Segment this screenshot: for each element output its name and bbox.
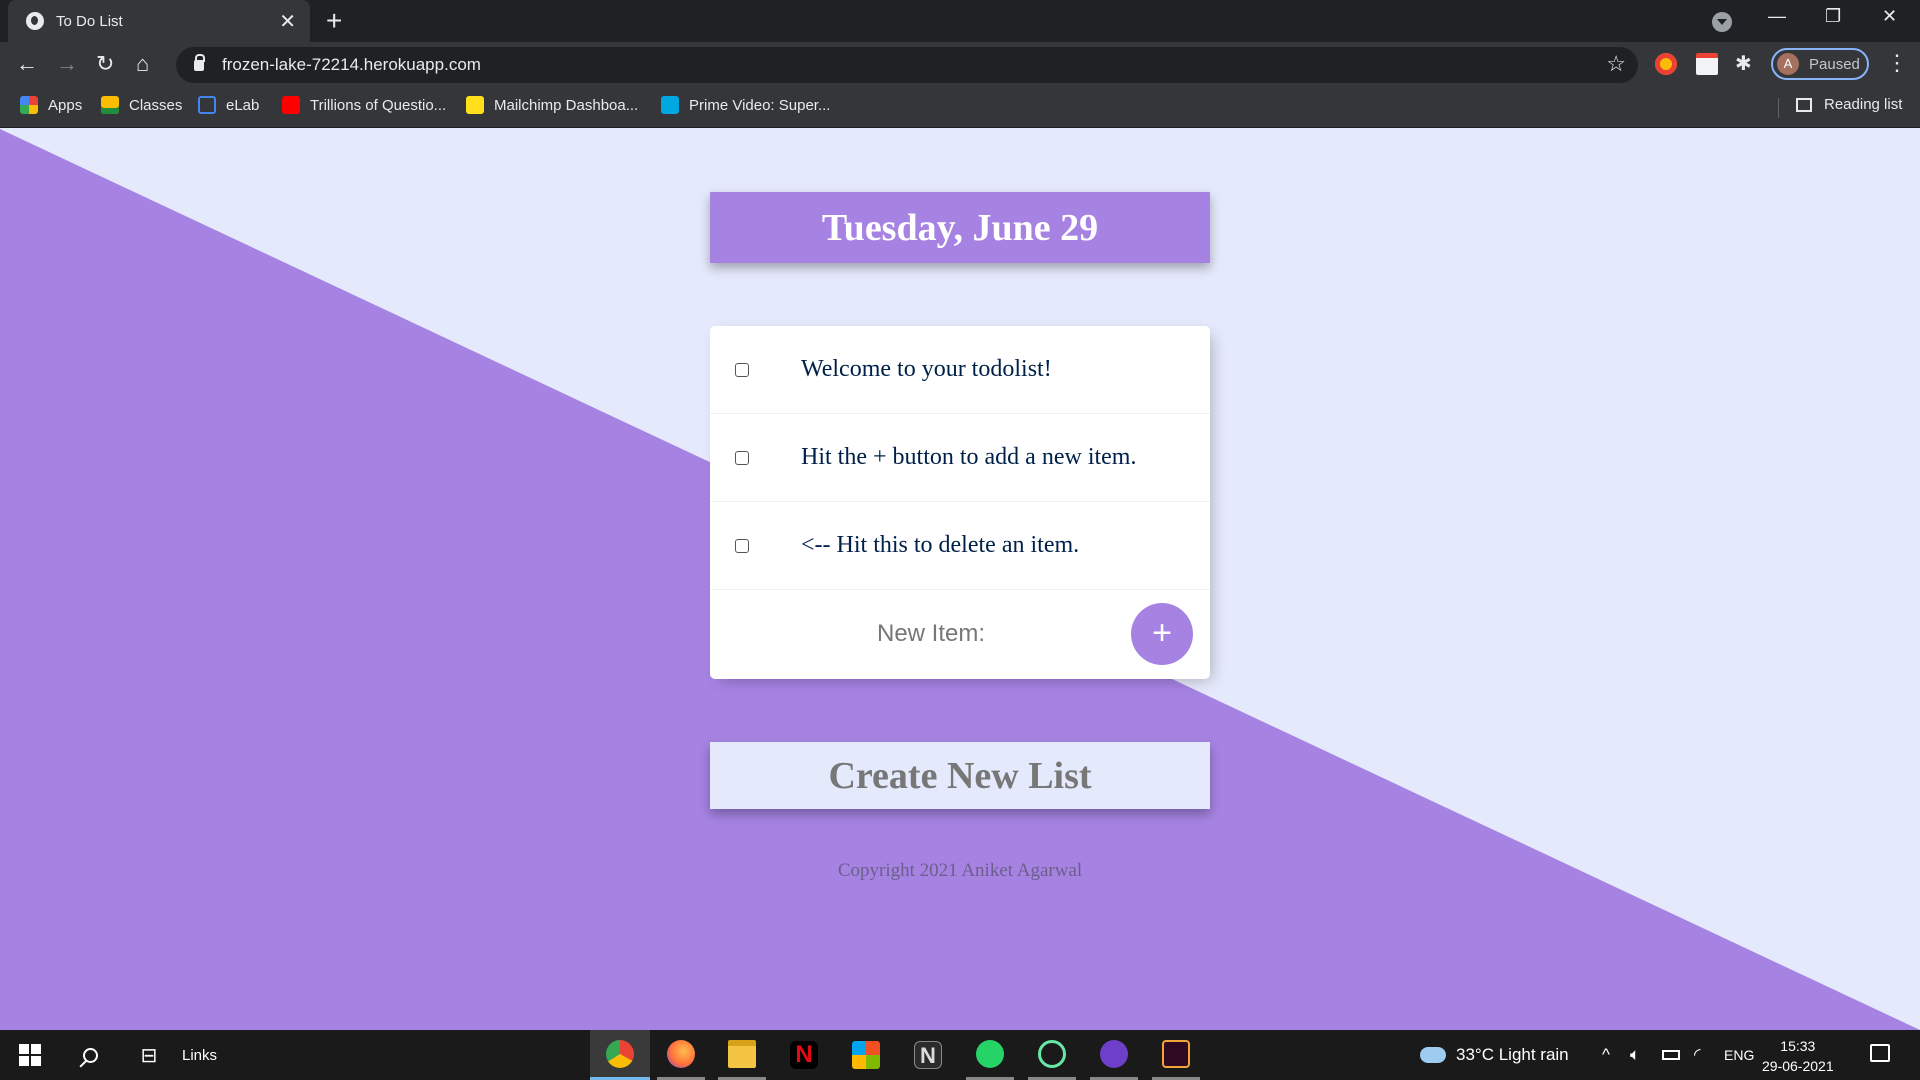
reload-icon[interactable]: ↻: [96, 50, 114, 78]
bookmark-mailchimp[interactable]: Mailchimp Dashboa...: [466, 96, 638, 114]
new-item-input[interactable]: New Item:: [877, 620, 985, 648]
microsoft-store-icon[interactable]: [842, 1030, 890, 1080]
extension-calendar-icon[interactable]: [1696, 53, 1718, 75]
show-hidden-icons-icon[interactable]: ^: [1602, 1030, 1610, 1080]
netflix-icon[interactable]: N: [780, 1030, 828, 1080]
list-item-text: Welcome to your todolist!: [801, 356, 1052, 382]
clock-date: 29-06-2021: [1762, 1058, 1834, 1074]
list-item-text: Hit the + button to add a new item.: [801, 444, 1137, 470]
weather-widget[interactable]: 33°C Light rain: [1420, 1030, 1569, 1080]
close-window-button[interactable]: ✕: [1882, 6, 1897, 27]
create-new-list-label: Create New List: [828, 754, 1092, 797]
volume-icon[interactable]: 🔈︎: [1630, 1030, 1640, 1080]
lock-icon[interactable]: [194, 53, 205, 71]
address-bar[interactable]: frozen-lake-72214.herokuapp.com ☆: [176, 47, 1638, 83]
youtube-icon: [282, 96, 300, 114]
whatsapp-icon[interactable]: [966, 1030, 1014, 1080]
tab-close-icon[interactable]: ✕: [279, 9, 296, 34]
avatar: A: [1777, 53, 1799, 75]
mailchimp-icon: [466, 96, 484, 114]
bookmark-prime-video[interactable]: Prime Video: Super...: [661, 96, 830, 114]
bookmark-label: eLab: [226, 96, 260, 114]
home-icon[interactable]: ⌂: [136, 50, 149, 78]
bookmarks-bar: Apps Classes eLab Trillions of Questio..…: [0, 88, 1920, 128]
windows-taskbar: ⊟ Links N N 33°C Light rain ^ 🔈︎ ◜ ENG 1…: [0, 1030, 1920, 1080]
globe-icon: [26, 12, 44, 30]
elab-icon: [198, 96, 216, 114]
bookmark-elab[interactable]: eLab: [198, 96, 259, 114]
profile-status: Paused: [1809, 55, 1860, 73]
bookmark-label: Trillions of Questio...: [310, 96, 447, 114]
create-new-list-button[interactable]: Create New List: [710, 742, 1210, 809]
page-content: Tuesday, June 29 Welcome to your todolis…: [0, 129, 1920, 1030]
start-button[interactable]: [16, 1030, 44, 1080]
terminal-icon[interactable]: [1152, 1030, 1200, 1080]
restore-button[interactable]: ❐: [1825, 6, 1841, 27]
language-indicator[interactable]: ENG: [1724, 1030, 1754, 1080]
bookmark-classes[interactable]: Classes: [101, 96, 182, 114]
clock[interactable]: 15:33 29-06-2021: [1762, 1036, 1834, 1076]
firefox-icon[interactable]: [657, 1030, 705, 1080]
add-item-button[interactable]: +: [1131, 603, 1193, 665]
extensions-puzzle-icon[interactable]: ✱: [1735, 53, 1757, 75]
search-button[interactable]: [76, 1030, 104, 1080]
copyright-footer: Copyright 2021 Aniket Agarwal: [837, 860, 1083, 881]
list-item: Welcome to your todolist!: [710, 326, 1210, 414]
windows-logo-icon: [19, 1044, 41, 1066]
atom-icon[interactable]: [1028, 1030, 1076, 1080]
new-tab-button[interactable]: +: [326, 6, 342, 36]
delete-checkbox[interactable]: [735, 362, 749, 377]
reading-list-icon: [1796, 97, 1812, 112]
page-title: Tuesday, June 29: [821, 206, 1099, 249]
minimize-button[interactable]: —: [1768, 6, 1786, 27]
bookmark-apps[interactable]: Apps: [20, 96, 82, 114]
list-item-text: <-- Hit this to delete an item.: [801, 532, 1080, 558]
weather-text: 33°C Light rain: [1456, 1045, 1569, 1064]
bookmark-label: Apps: [48, 96, 83, 114]
github-desktop-icon[interactable]: [1090, 1030, 1138, 1080]
list-item: Hit the + button to add a new item.: [710, 414, 1210, 502]
back-arrow-icon[interactable]: ←: [16, 50, 38, 78]
bookmark-label: Mailchimp Dashboa...: [494, 96, 639, 114]
extension-color-icon[interactable]: [1655, 53, 1677, 75]
notification-center-icon[interactable]: [1870, 1044, 1890, 1062]
delete-checkbox[interactable]: [735, 450, 749, 465]
battery-icon[interactable]: [1662, 1030, 1680, 1080]
browser-tab[interactable]: To Do List ✕: [8, 0, 310, 42]
reading-list-button[interactable]: Reading list: [1796, 96, 1902, 113]
bookmark-star-icon[interactable]: ☆: [1606, 51, 1626, 77]
notion-icon[interactable]: N: [904, 1030, 952, 1080]
task-view-icon[interactable]: ⊟: [136, 1030, 162, 1080]
apps-grid-icon: [20, 96, 38, 114]
url-text: frozen-lake-72214.herokuapp.com: [222, 55, 481, 74]
list-item: <-- Hit this to delete an item.: [710, 502, 1210, 590]
tab-search-icon[interactable]: [1712, 12, 1732, 32]
browser-tab-bar: To Do List ✕ + — ❐ ✕: [0, 0, 1920, 42]
browser-toolbar: ← → ↻ ⌂ frozen-lake-72214.herokuapp.com …: [0, 42, 1920, 88]
links-toolbar[interactable]: Links: [182, 1030, 217, 1080]
reading-list-label: Reading list: [1824, 96, 1903, 113]
clock-time: 15:33: [1780, 1038, 1816, 1054]
chrome-icon[interactable]: [590, 1030, 650, 1080]
menu-kebab-icon[interactable]: ⋮: [1886, 50, 1908, 76]
forward-arrow-icon[interactable]: →: [56, 50, 78, 78]
wifi-icon[interactable]: ◜: [1694, 1030, 1701, 1080]
file-explorer-icon[interactable]: [718, 1030, 766, 1080]
cloud-rain-icon: [1420, 1047, 1446, 1063]
bookmark-separator: [1778, 98, 1779, 118]
date-heading: Tuesday, June 29: [710, 192, 1210, 263]
google-classroom-icon: [101, 96, 119, 114]
tab-title: To Do List: [56, 12, 123, 30]
search-icon: [82, 1047, 98, 1063]
new-item-form: New Item: +: [710, 590, 1210, 678]
bookmark-label: Prime Video: Super...: [689, 96, 831, 114]
todo-list-box: Welcome to your todolist! Hit the + butt…: [710, 326, 1210, 679]
bookmark-trillions[interactable]: Trillions of Questio...: [282, 96, 446, 114]
prime-video-icon: [661, 96, 679, 114]
bookmark-label: Classes: [129, 96, 183, 114]
delete-checkbox[interactable]: [735, 538, 749, 553]
profile-button[interactable]: A Paused: [1771, 48, 1869, 80]
